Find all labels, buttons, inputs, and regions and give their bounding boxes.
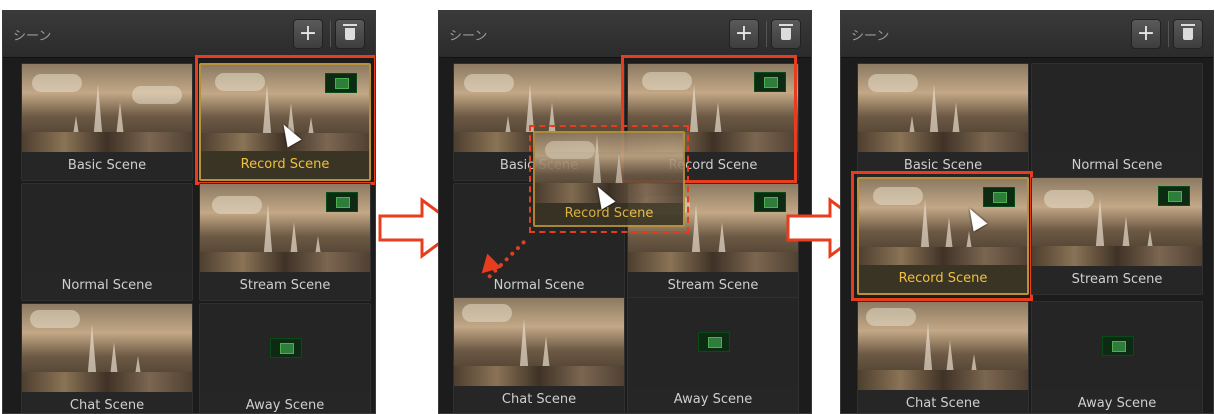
- scenes-panel-3: シーン + Basic Scene Normal Scene Record Sc…: [840, 10, 1214, 414]
- scene-thumbnail: [858, 302, 1028, 392]
- add-scene-button[interactable]: +: [1131, 19, 1161, 49]
- scene-label: Stream Scene: [628, 272, 798, 300]
- add-scene-button[interactable]: +: [293, 19, 323, 49]
- scene-label: Basic Scene: [22, 152, 192, 180]
- capture-source-icon: [326, 192, 358, 212]
- trash-icon: [343, 24, 357, 40]
- panel-header: シーン +: [439, 11, 811, 58]
- scene-label: Chat Scene: [22, 392, 192, 413]
- scene-tile-chat[interactable]: Chat Scene: [21, 303, 193, 413]
- scene-label: Stream Scene: [200, 272, 370, 300]
- delete-scene-button[interactable]: [335, 19, 365, 49]
- highlight-box: [851, 171, 1033, 301]
- scenes-panel-1: シーン + Basic Scene Record Scene Normal Sc…: [2, 10, 376, 414]
- scene-label: Stream Scene: [1032, 266, 1202, 294]
- scene-label: Away Scene: [200, 392, 370, 413]
- plus-icon: +: [1136, 21, 1156, 46]
- scene-label: Away Scene: [1032, 390, 1202, 413]
- scene-label: Normal Scene: [22, 272, 192, 300]
- scene-thumbnail: [858, 64, 1028, 154]
- divider: [1168, 21, 1169, 47]
- panel-title: シーン: [449, 29, 488, 44]
- capture-source-icon: [698, 332, 730, 352]
- scene-thumbnail: [454, 298, 624, 388]
- panel-header: シーン +: [3, 11, 375, 58]
- divider: [330, 21, 331, 47]
- trash-icon: [779, 24, 793, 40]
- scene-label: Chat Scene: [858, 390, 1028, 413]
- scene-tile-stream[interactable]: Stream Scene: [1031, 177, 1203, 295]
- scene-tile-away[interactable]: Away Scene: [1031, 301, 1203, 413]
- scene-tile-chat[interactable]: Chat Scene: [857, 301, 1029, 413]
- highlight-box: [195, 55, 375, 185]
- scene-tile-away[interactable]: Away Scene: [627, 297, 799, 413]
- plus-icon: +: [298, 21, 318, 46]
- scene-tile-normal[interactable]: Normal Scene: [1031, 63, 1203, 181]
- scenes-panel-2: シーン + Basic Scene Record Scene Normal Sc…: [438, 10, 812, 414]
- scene-tile-basic[interactable]: Basic Scene: [857, 63, 1029, 181]
- capture-source-icon: [1102, 336, 1134, 356]
- capture-source-icon: [754, 192, 786, 212]
- add-scene-button[interactable]: +: [729, 19, 759, 49]
- delete-scene-button[interactable]: [771, 19, 801, 49]
- panel-title: シーン: [851, 29, 890, 44]
- delete-scene-button[interactable]: [1173, 19, 1203, 49]
- scene-label: Normal Scene: [454, 272, 624, 300]
- scene-label: Normal Scene: [1032, 152, 1202, 180]
- plus-icon: +: [734, 21, 754, 46]
- scene-thumbnail: [22, 304, 192, 394]
- scene-thumbnail: [200, 184, 370, 274]
- scene-tile-basic[interactable]: Basic Scene: [21, 63, 193, 181]
- capture-source-icon: [270, 338, 302, 358]
- trash-icon: [1181, 24, 1195, 40]
- panel-header: シーン +: [841, 11, 1213, 58]
- panel-title: シーン: [13, 29, 52, 44]
- scene-label: Chat Scene: [454, 386, 624, 413]
- scene-tile-away[interactable]: Away Scene: [199, 303, 371, 413]
- scene-tile-chat[interactable]: Chat Scene: [453, 297, 625, 413]
- drag-highlight-box: [529, 125, 689, 233]
- scene-thumbnail: [22, 64, 192, 154]
- scene-tile-stream[interactable]: Stream Scene: [199, 183, 371, 301]
- scene-tile-normal[interactable]: Normal Scene: [21, 183, 193, 301]
- capture-source-icon: [1158, 186, 1190, 206]
- divider: [766, 21, 767, 47]
- scene-label: Away Scene: [628, 386, 798, 413]
- scene-thumbnail: [1032, 178, 1202, 268]
